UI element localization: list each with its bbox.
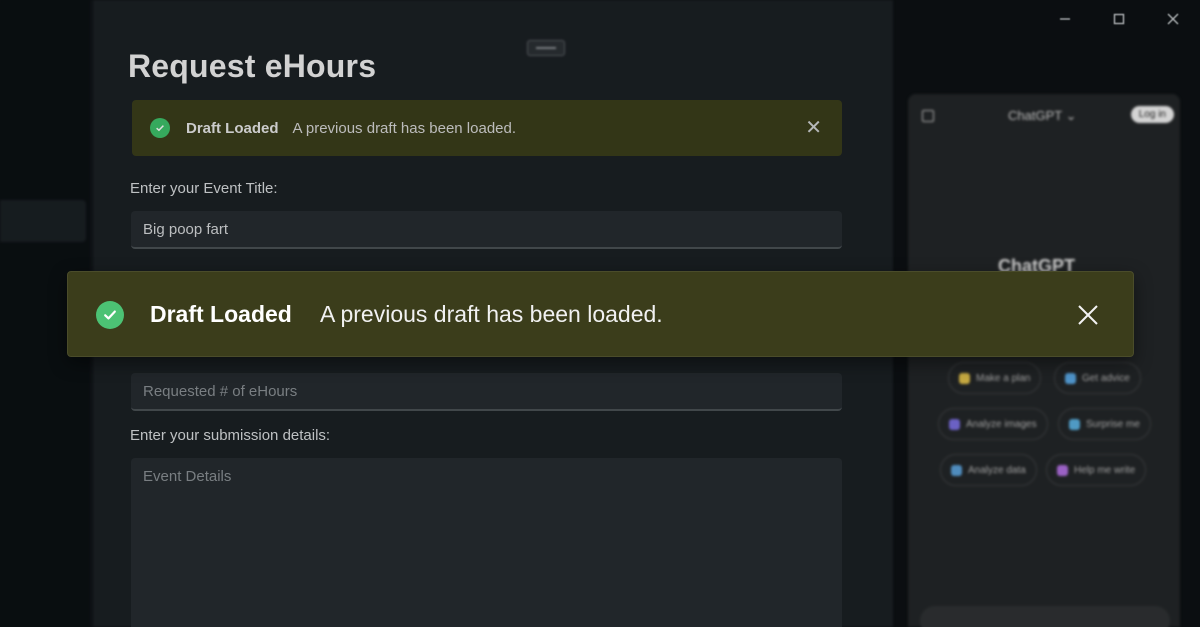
toast-title: Draft Loaded	[150, 301, 292, 327]
draft-loaded-toast: Draft Loaded A previous draft has been l…	[67, 271, 1134, 357]
close-icon[interactable]	[1073, 300, 1103, 330]
check-circle-icon	[96, 301, 124, 329]
toast-message: A previous draft has been loaded.	[320, 301, 663, 327]
